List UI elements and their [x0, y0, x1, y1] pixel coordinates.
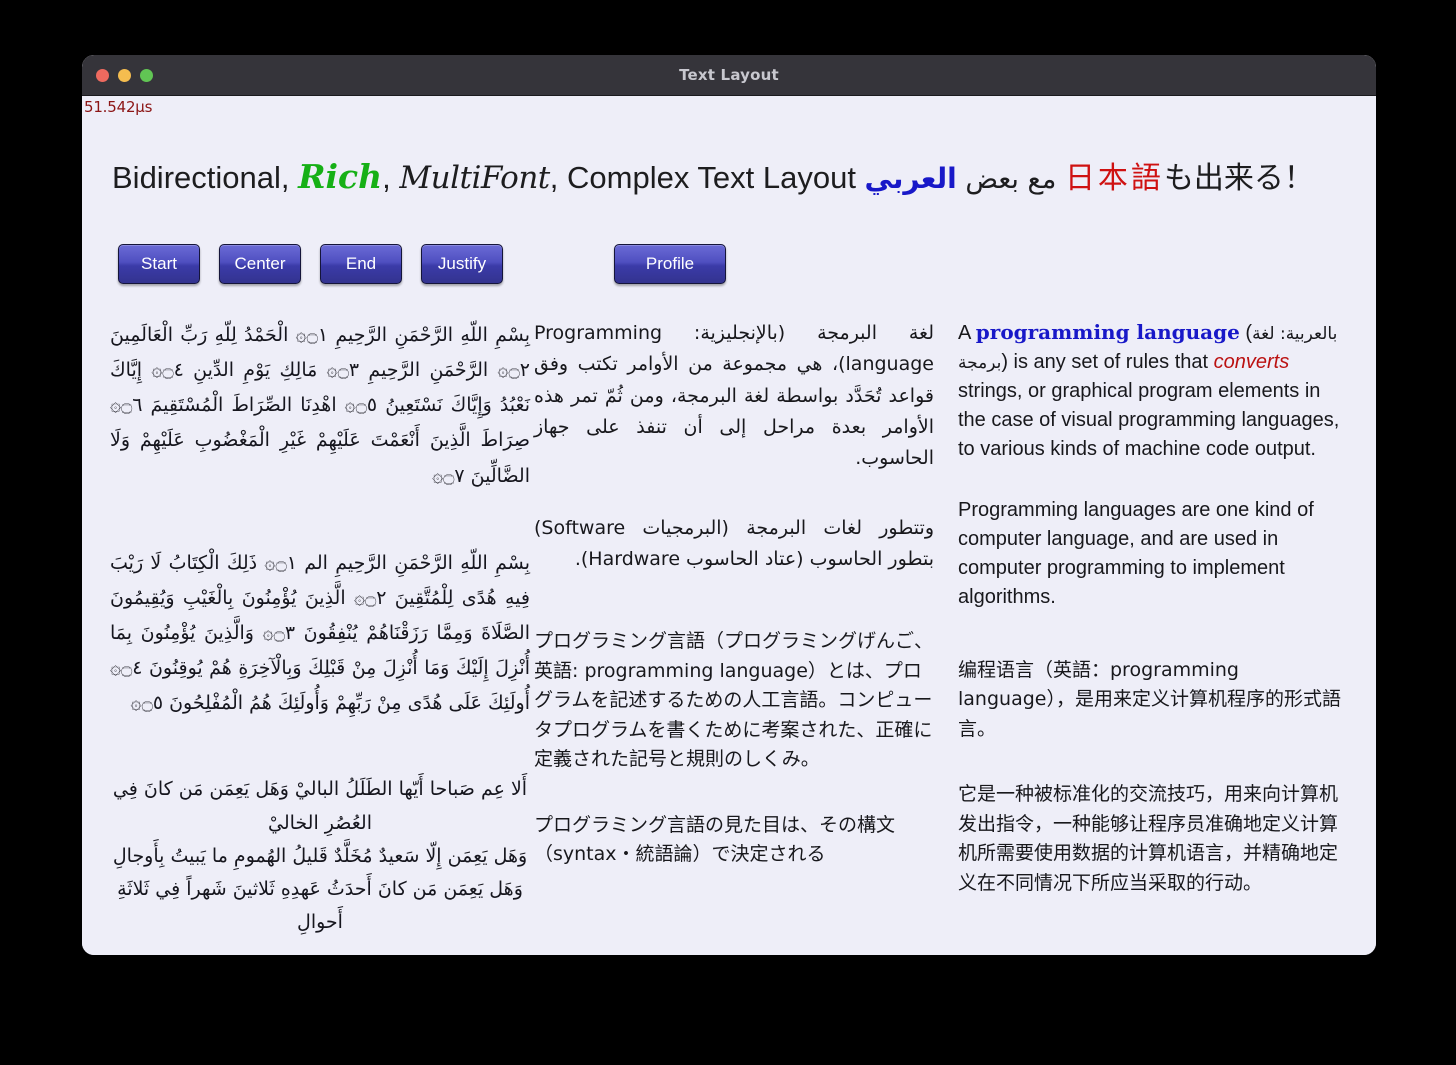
chinese-paragraph-2: 它是一种被标准化的交流技巧，用来向计算机发出指令，一种能够让程序员准确地定义计算…	[958, 783, 1339, 894]
title-segment-multifont: MultiFont	[399, 160, 550, 196]
arabic-poem-text: أَلا عِم صَباحا أَيّها الطَلَلُ الباليْ …	[112, 778, 528, 934]
minimize-window-icon[interactable]	[118, 68, 131, 82]
english-paragraph-2: Programming languages are one kind of co…	[958, 499, 1314, 608]
japanese-paragraph-1: プログラミング言語（プログラミングげんご、英語: programming lan…	[534, 630, 934, 771]
title-segment-japanese-red: 日本語	[1064, 161, 1164, 196]
window-titlebar: Text Layout	[82, 55, 1376, 96]
app-window: Text Layout 51.542µs Bidirectional, Rich…	[82, 55, 1376, 955]
title-comma-2: ,	[549, 160, 568, 195]
align-justify-button[interactable]: Justify	[421, 244, 503, 284]
close-window-icon[interactable]	[96, 68, 109, 82]
maximize-window-icon[interactable]	[140, 68, 153, 82]
arabic-scripture-column: بِسْمِ اللّهِ الرَّحْمَنِ الرَّحِيمِ ۝١۞…	[110, 318, 530, 940]
english-lead-a: A	[958, 322, 976, 344]
align-start-button[interactable]: Start	[118, 244, 200, 284]
align-end-button[interactable]: End	[320, 244, 402, 284]
profile-button[interactable]: Profile	[614, 244, 726, 284]
app-content: 51.542µs Bidirectional, Rich, MultiFont,…	[82, 96, 1376, 955]
window-title: Text Layout	[679, 66, 779, 84]
middle-text-column: لغة البرمجة (بالإنجليزية: Programming la…	[534, 318, 934, 869]
title-segment-complex: Complex Text Layout	[567, 160, 865, 195]
surah-al-baqara-text: بِسْمِ اللّهِ الرَّحْمَنِ الرَّحِيمِ الم…	[110, 551, 530, 715]
surah-al-fatiha-text: بِسْمِ اللّهِ الرَّحْمَنِ الرَّحِيمِ ۝١۞…	[110, 324, 530, 487]
english-term-programming-language: programming language	[975, 320, 1240, 344]
title-segment-rich: Rich	[298, 157, 383, 196]
alignment-toolbar: Start Center End Justify Profile	[118, 244, 745, 284]
english-lead-b: (	[1239, 322, 1253, 344]
title-segment-arabic-plain: مع بعض	[956, 164, 1065, 195]
right-text-column: A programming language (بالعربية: لغة بر…	[958, 318, 1350, 898]
title-segment-japanese-plain: も出来る！	[1163, 161, 1314, 196]
english-lead-d: strings, or graphical program elements i…	[958, 380, 1340, 460]
english-emphasis-converts: converts	[1213, 351, 1290, 373]
page-title: Bidirectional, Rich, MultiFont, Complex …	[112, 158, 1356, 197]
english-lead-c: ) is any set of rules that	[1001, 351, 1214, 373]
traffic-light-group	[96, 55, 153, 95]
title-segment-bidirectional: Bidirectional,	[112, 160, 299, 195]
arabic-paragraph-1: لغة البرمجة (بالإنجليزية: Programming la…	[534, 322, 934, 470]
japanese-paragraph-2: プログラミング言語の見た目は、その構文（syntax・統語論）で決定される	[534, 813, 896, 866]
title-comma-1: ,	[382, 160, 400, 195]
arabic-paragraph-2: وتتطور لغات البرمجة (البرمجيات Software)…	[534, 516, 934, 571]
english-paragraph-1: A programming language (بالعربية: لغة بر…	[958, 318, 1350, 464]
chinese-paragraph-1: 编程语言（英語：programming language），是用来定义计算机程序…	[958, 659, 1341, 740]
title-segment-arabic-blue: العربي	[864, 162, 957, 195]
align-center-button[interactable]: Center	[219, 244, 301, 284]
frame-timing-label: 51.542µs	[84, 98, 153, 116]
